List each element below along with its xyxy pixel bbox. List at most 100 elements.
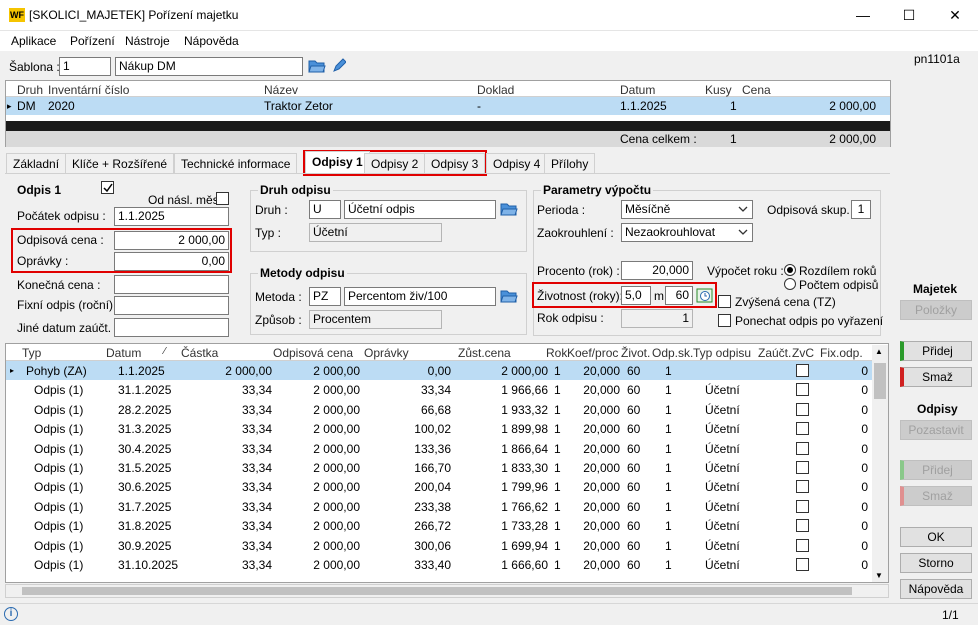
tab-zakladni[interactable]: Základní xyxy=(6,153,67,173)
tab-odpisy-3[interactable]: Odpisy 3 xyxy=(424,153,486,173)
tab-odpisy-2[interactable]: Odpisy 2 xyxy=(364,153,426,173)
pocatek-input[interactable]: 1.1.2025 xyxy=(114,207,229,226)
col-typodp[interactable]: Typ odpisu xyxy=(693,346,751,360)
tab-odpisy-1[interactable]: Odpisy 1 xyxy=(305,151,370,173)
od-nasl-checkbox[interactable] xyxy=(216,192,229,205)
menu-porizeni[interactable]: Pořízení xyxy=(70,34,115,48)
calendar-clock-icon[interactable] xyxy=(696,286,714,304)
zvysena-checkbox[interactable] xyxy=(718,295,731,308)
col-druh[interactable]: Druh xyxy=(17,83,43,97)
smaz-majetek-button[interactable]: Smaž xyxy=(900,367,972,387)
zvc-checkbox[interactable] xyxy=(796,422,809,436)
table-row[interactable]: Odpis (1) 31.3.2025 33,34 2 000,00 100,02 1 8… xyxy=(6,419,872,438)
col-inventarni-cislo[interactable]: Inventární číslo xyxy=(48,83,129,97)
col-doklad[interactable]: Doklad xyxy=(477,83,514,97)
odpis1-checkbox[interactable] xyxy=(101,181,114,194)
maximize-button[interactable]: ☐ xyxy=(886,0,932,31)
table-row[interactable]: Odpis (1) 31.10.2025 33,34 2 000,00 333,40 1 … xyxy=(6,555,872,574)
tab-technicke[interactable]: Technické informace xyxy=(174,153,298,173)
col-zust[interactable]: Zůst.cena xyxy=(458,346,511,360)
odpskup-input[interactable]: 1 xyxy=(851,200,871,219)
zvc-checkbox[interactable] xyxy=(796,441,809,455)
col-typ[interactable]: Typ xyxy=(22,346,41,360)
procento-input[interactable]: 20,000 xyxy=(621,261,693,280)
tab-odpisy-4[interactable]: Odpisy 4 xyxy=(486,153,548,173)
col-odpsk[interactable]: Odp.sk. xyxy=(652,346,693,360)
zvc-checkbox[interactable] xyxy=(796,461,809,474)
druh-name-input[interactable]: Účetní odpis xyxy=(344,200,496,219)
scroll-down-icon[interactable]: ▼ xyxy=(875,571,883,580)
table-row[interactable]: Odpis (1) 28.2.2025 33,34 2 000,00 66,68 1 93… xyxy=(6,400,872,419)
folder-open-icon[interactable] xyxy=(308,58,326,74)
col-rok[interactable]: Rok xyxy=(546,346,567,360)
pozastavit-button[interactable]: Pozastavit xyxy=(900,420,972,440)
zvc-checkbox[interactable] xyxy=(796,558,809,571)
menu-napoveda[interactable]: Nápověda xyxy=(184,34,239,48)
col-nazev[interactable]: Název xyxy=(264,83,298,97)
col-kusy[interactable]: Kusy xyxy=(705,83,732,97)
table-row[interactable]: Odpis (1) 31.8.2025 33,34 2 000,00 266,72 1 7… xyxy=(6,516,872,535)
tab-prilohy[interactable]: Přílohy xyxy=(544,153,596,173)
col-ziv[interactable]: Život. xyxy=(621,346,650,360)
table-row[interactable]: Odpis (1) 31.1.2025 33,34 2 000,00 33,34 1 96… xyxy=(6,380,872,399)
napoveda-button[interactable]: Nápověda xyxy=(900,579,972,599)
zvc-checkbox[interactable] xyxy=(796,364,809,377)
table-row[interactable]: Odpis (1) 30.6.2025 33,34 2 000,00 200,04 1 7… xyxy=(6,477,872,496)
metoda-name-input[interactable]: Percentom živ/100 xyxy=(344,287,496,306)
horizontal-scrollbar[interactable] xyxy=(5,584,889,598)
opravky-input[interactable]: 0,00 xyxy=(114,252,229,271)
minimize-button[interactable]: — xyxy=(840,0,886,31)
perioda-select[interactable]: Měsíčně xyxy=(621,200,753,219)
storno-button[interactable]: Storno xyxy=(900,553,972,573)
col-datum2[interactable]: Datum xyxy=(106,346,141,360)
menu-nastroje[interactable]: Nástroje xyxy=(125,34,170,48)
jine-input[interactable] xyxy=(114,318,229,337)
zvc-checkbox[interactable] xyxy=(796,519,809,533)
col-cena[interactable]: Cena xyxy=(742,83,771,97)
scroll-thumb[interactable] xyxy=(874,363,886,399)
metoda-folder-icon[interactable] xyxy=(500,288,518,304)
ponechat-checkbox[interactable] xyxy=(718,314,731,327)
perioda-chevron-down-icon[interactable] xyxy=(737,203,749,218)
hscroll-thumb[interactable] xyxy=(22,587,852,595)
odp-cena-input[interactable]: 2 000,00 xyxy=(114,231,229,250)
edit-pencil-icon[interactable] xyxy=(332,58,347,74)
fixni-input[interactable] xyxy=(114,296,229,315)
zivotnost-input[interactable]: 5,0 xyxy=(621,286,651,305)
konecna-input[interactable] xyxy=(114,275,229,294)
table-row[interactable]: Odpis (1) 31.7.2025 33,34 2 000,00 233,38 1 7… xyxy=(6,497,872,516)
radio-rozdilem[interactable] xyxy=(784,264,796,276)
pridej-majetek-button[interactable]: Přidej xyxy=(900,341,972,361)
col-datum[interactable]: Datum xyxy=(620,83,655,97)
table-row[interactable]: Odpis (1) 30.9.2025 33,34 2 000,00 300,06 1 6… xyxy=(6,536,872,555)
smaz-odpis-button[interactable]: Smaž xyxy=(900,486,972,506)
sablona-name-input[interactable]: Nákup DM xyxy=(115,57,303,76)
polozky-button[interactable]: Položky xyxy=(900,300,972,320)
druh-folder-icon[interactable] xyxy=(500,201,518,217)
col-fix[interactable]: Fix.odp. xyxy=(820,346,863,360)
table-row[interactable]: ▸ Pohyb (ZA) 1.1.2025 2 000,00 2 000,00 0,00 2… xyxy=(6,361,872,381)
table-row[interactable]: Odpis (1) 31.5.2025 33,34 2 000,00 166,70 1 8… xyxy=(6,458,872,477)
col-odpcena[interactable]: Odpisová cena xyxy=(273,346,353,360)
table-row[interactable]: Odpis (1) 30.4.2025 33,34 2 000,00 133,36 1 8… xyxy=(6,439,872,458)
col-opravky[interactable]: Oprávky xyxy=(364,346,409,360)
close-button[interactable]: ✕ xyxy=(932,0,978,31)
sablona-code-input[interactable]: 1 xyxy=(59,57,111,76)
tab-klice[interactable]: Klíče + Rozšířené xyxy=(65,153,175,173)
pridej-odpis-button[interactable]: Přidej xyxy=(900,460,972,480)
druh-code-input[interactable]: U xyxy=(309,200,341,219)
mesice-input[interactable]: 60 xyxy=(665,286,693,305)
zaokr-chevron-down-icon[interactable] xyxy=(737,226,749,241)
col-koef[interactable]: Koef/proc xyxy=(567,346,618,360)
col-zauct[interactable]: Zaúčt. xyxy=(758,346,791,360)
metoda-code-input[interactable]: PZ xyxy=(309,287,341,306)
zvc-checkbox[interactable] xyxy=(796,402,809,416)
table-row[interactable]: ▸ DM 2020 Traktor Zetor - 1.1.2025 1 2 0… xyxy=(6,97,890,115)
zvc-checkbox[interactable] xyxy=(796,480,809,494)
radio-poctem[interactable] xyxy=(784,278,796,290)
vertical-scrollbar[interactable]: ▲ ▼ xyxy=(872,345,888,582)
col-castka[interactable]: Částka xyxy=(181,346,218,360)
zvc-checkbox[interactable] xyxy=(796,538,809,552)
scroll-up-icon[interactable]: ▲ xyxy=(875,347,883,356)
zaokr-select[interactable]: Nezaokrouhlovat xyxy=(621,223,753,242)
